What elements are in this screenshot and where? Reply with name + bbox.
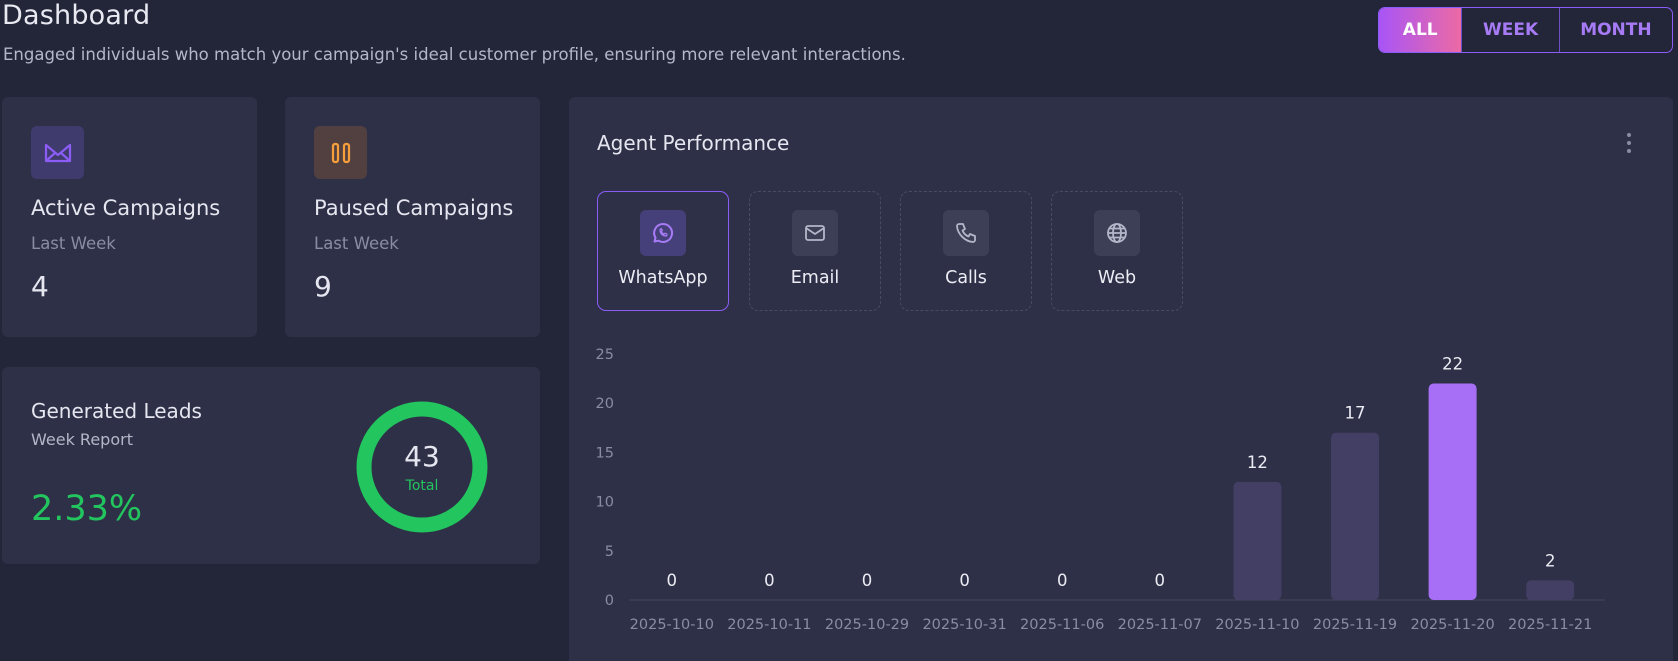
generated-leads-card: Generated Leads Week Report 2.33% 43 Tot… [2, 367, 540, 564]
x-tick-label: 2025-11-07 [1118, 617, 1202, 633]
agent-performance-card: Agent Performance WhatsApp Email Calls W… [569, 97, 1673, 661]
data-label: 0 [1155, 571, 1166, 590]
globe-icon [1094, 210, 1140, 256]
leads-title: Generated Leads [31, 399, 202, 423]
channel-email-label: Email [790, 268, 840, 288]
page-subtitle: Engaged individuals who match your campa… [3, 45, 906, 64]
active-campaigns-count: 4 [31, 270, 49, 303]
range-all-button[interactable]: ALL [1379, 8, 1462, 52]
bar [1233, 481, 1282, 600]
pause-icon [314, 126, 367, 179]
bar [1526, 580, 1575, 600]
x-tick-label: 2025-11-20 [1410, 617, 1494, 633]
y-tick-label: 15 [596, 445, 614, 461]
y-tick-label: 20 [596, 396, 614, 412]
x-tick-label: 2025-11-06 [1020, 617, 1104, 633]
bar [1331, 432, 1379, 600]
data-label: 0 [862, 571, 873, 590]
range-month-button[interactable]: MONTH [1558, 8, 1672, 52]
data-label: 17 [1345, 404, 1366, 423]
data-label: 0 [959, 571, 970, 590]
page-title: Dashboard [2, 0, 151, 31]
channel-calls[interactable]: Calls [900, 191, 1032, 311]
active-campaigns-card: Active Campaigns Last Week 4 [2, 97, 257, 337]
data-label: 0 [667, 571, 678, 590]
y-tick-label: 5 [605, 544, 614, 560]
paused-campaigns-card: Paused Campaigns Last Week 9 [285, 97, 540, 337]
mail-icon [792, 210, 838, 256]
leads-total-label: Total [405, 478, 439, 494]
paused-campaigns-count: 9 [314, 270, 332, 303]
envelope-open-icon [31, 126, 84, 179]
range-toggle: ALL WEEK MONTH [1378, 7, 1673, 53]
channel-email[interactable]: Email [749, 191, 881, 311]
data-label: 0 [1057, 571, 1068, 590]
data-label: 22 [1442, 355, 1463, 374]
leads-total: 43 [404, 440, 440, 473]
channel-calls-label: Calls [945, 268, 987, 288]
phone-icon [943, 210, 989, 256]
data-label: 2 [1545, 551, 1556, 570]
x-tick-label: 2025-10-11 [727, 617, 811, 633]
channel-web-label: Web [1097, 268, 1137, 288]
active-campaigns-period: Last Week [31, 234, 116, 253]
x-tick-label: 2025-10-10 [630, 617, 714, 633]
x-tick-label: 2025-10-29 [825, 617, 909, 633]
leads-period: Week Report [31, 430, 133, 449]
agent-performance-bar-chart: 051015202502025-10-1002025-10-1102025-10… [596, 347, 1605, 633]
range-week-button[interactable]: WEEK [1461, 8, 1558, 52]
channel-whatsapp[interactable]: WhatsApp [597, 191, 729, 311]
active-campaigns-title: Active Campaigns [31, 196, 221, 220]
y-tick-label: 10 [596, 495, 614, 511]
x-tick-label: 2025-11-21 [1508, 617, 1592, 633]
paused-campaigns-period: Last Week [314, 234, 399, 253]
channel-web[interactable]: Web [1051, 191, 1183, 311]
data-label: 0 [764, 571, 775, 590]
channel-whatsapp-label: WhatsApp [618, 268, 708, 288]
paused-campaigns-title: Paused Campaigns [314, 196, 514, 220]
y-tick-label: 0 [605, 593, 614, 609]
x-tick-label: 2025-11-10 [1215, 617, 1299, 633]
whatsapp-icon [640, 210, 686, 256]
bar [1428, 383, 1477, 600]
y-tick-label: 25 [596, 347, 614, 363]
data-label: 12 [1247, 453, 1268, 472]
x-tick-label: 2025-11-19 [1313, 617, 1397, 633]
more-vertical-icon[interactable] [1619, 131, 1639, 155]
x-tick-label: 2025-10-31 [922, 617, 1006, 633]
agent-performance-title: Agent Performance [597, 131, 790, 155]
leads-percent: 2.33% [31, 489, 143, 529]
